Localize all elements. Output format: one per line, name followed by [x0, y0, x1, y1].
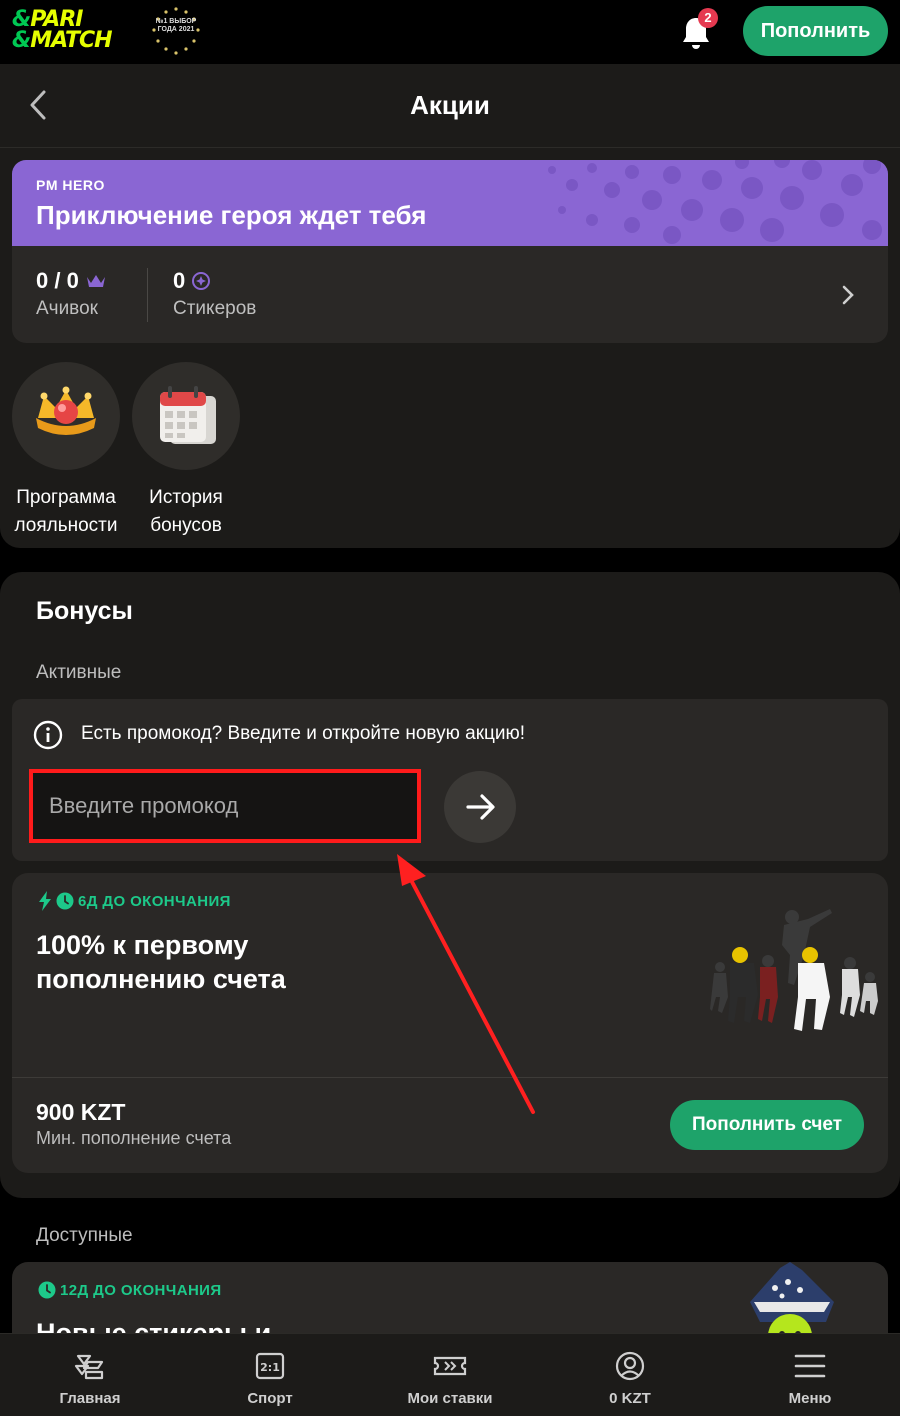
available-offer-timer: 12Д ДО ОКОНЧАНИЯ [38, 1280, 222, 1300]
nav-my-bets[interactable]: Мои ставки [360, 1334, 540, 1416]
nav-label: Меню [788, 1390, 832, 1407]
achievements-value: 0 / 0 [36, 268, 79, 293]
offer-divider [12, 1077, 888, 1078]
info-icon [33, 720, 63, 750]
lightning-icon [39, 891, 51, 911]
hero-banner: PM HERO Приключение героя ждет тебя [12, 160, 888, 246]
account-icon [615, 1351, 645, 1381]
chevron-right-icon [842, 285, 854, 305]
arrow-right-icon [466, 794, 495, 820]
clock-icon [38, 1281, 56, 1299]
bonus-history-shortcut[interactable]: История бонусов [116, 362, 256, 540]
parimatch-logo[interactable]: &PARI &MATCH [12, 9, 134, 54]
deposit-button[interactable]: Пополнить [743, 6, 888, 56]
promo-code-input[interactable] [29, 769, 421, 843]
top-up-account-button[interactable]: Пополнить счет [670, 1100, 864, 1150]
athletes-illustration [710, 909, 878, 1031]
nav-label: Спорт [247, 1390, 293, 1407]
crown-icon [12, 362, 120, 470]
achievements-label: Ачивок [36, 298, 98, 319]
nav-account[interactable]: 0 KZT [540, 1334, 720, 1416]
clock-icon [56, 892, 74, 910]
nav-sport[interactable]: 2:1 Спорт [180, 1334, 360, 1416]
hero-title: Приключение героя ждет тебя [36, 200, 427, 230]
top-bar: &PARI &MATCH №1 ВЫБОР ГОДА 2021 2 Пополн… [0, 0, 900, 64]
stickers-label: Стикеров [173, 298, 257, 319]
svg-text:2:1: 2:1 [260, 1361, 280, 1374]
stickers-value: 0 [173, 268, 186, 293]
offer-timer: 6Д ДО ОКОНЧАНИЯ [38, 891, 231, 911]
promo-hint-text: Есть промокод? Введите и откройте новую … [81, 723, 526, 744]
dot-pattern-decoration [548, 160, 882, 244]
notification-badge: 2 [698, 8, 718, 28]
home-icon [74, 1354, 104, 1380]
bottom-navigation: Главная 2:1 Спорт Мои ставки 0 KZT Меню [0, 1333, 900, 1416]
page-header: Акции [0, 64, 900, 148]
page-title: Акции [410, 90, 490, 120]
ticket-icon [433, 1356, 467, 1376]
pm-hero-card[interactable]: PM HERO Приключение героя ждет тебя 0 / … [12, 160, 888, 343]
available-bonuses-label: Доступные [36, 1225, 133, 1246]
active-bonuses-label: Активные [36, 662, 122, 683]
nav-label: Мои ставки [407, 1390, 493, 1407]
nav-home[interactable]: Главная [0, 1334, 180, 1416]
award-badge: №1 ВЫБОР ГОДА 2021 [148, 6, 204, 58]
menu-icon [794, 1354, 826, 1378]
hero-character-illustration [750, 1262, 834, 1342]
crown-icon [86, 275, 105, 287]
offer-min-caption: Мин. пополнение счета [36, 1128, 232, 1148]
offer-min-amount: 900 KZT [36, 1099, 126, 1125]
nav-menu[interactable]: Меню [720, 1334, 900, 1416]
shortcut-label-line1: История [149, 487, 223, 508]
stat-divider [147, 268, 148, 322]
nav-label: Главная [59, 1390, 121, 1407]
nav-label: 0 KZT [609, 1390, 651, 1407]
promo-submit-button[interactable] [444, 771, 516, 843]
offer-timer-text: 6Д ДО ОКОНЧАНИЯ [78, 892, 231, 910]
scoreboard-icon: 2:1 [255, 1352, 285, 1380]
achievements-stat: 0 / 0 Ачивок [36, 268, 107, 320]
calendar-icon [132, 362, 240, 470]
hero-kicker: PM HERO [36, 177, 105, 193]
available-offer-timer-text: 12Д ДО ОКОНЧАНИЯ [60, 1281, 222, 1299]
stickers-stat: 0 Стикеров [173, 268, 256, 320]
sticker-icon [192, 272, 211, 290]
bonuses-title: Бонусы [36, 597, 133, 625]
offer-title: 100% к первому пополнению счета [36, 930, 286, 994]
shortcut-label-line2: бонусов [150, 515, 222, 536]
